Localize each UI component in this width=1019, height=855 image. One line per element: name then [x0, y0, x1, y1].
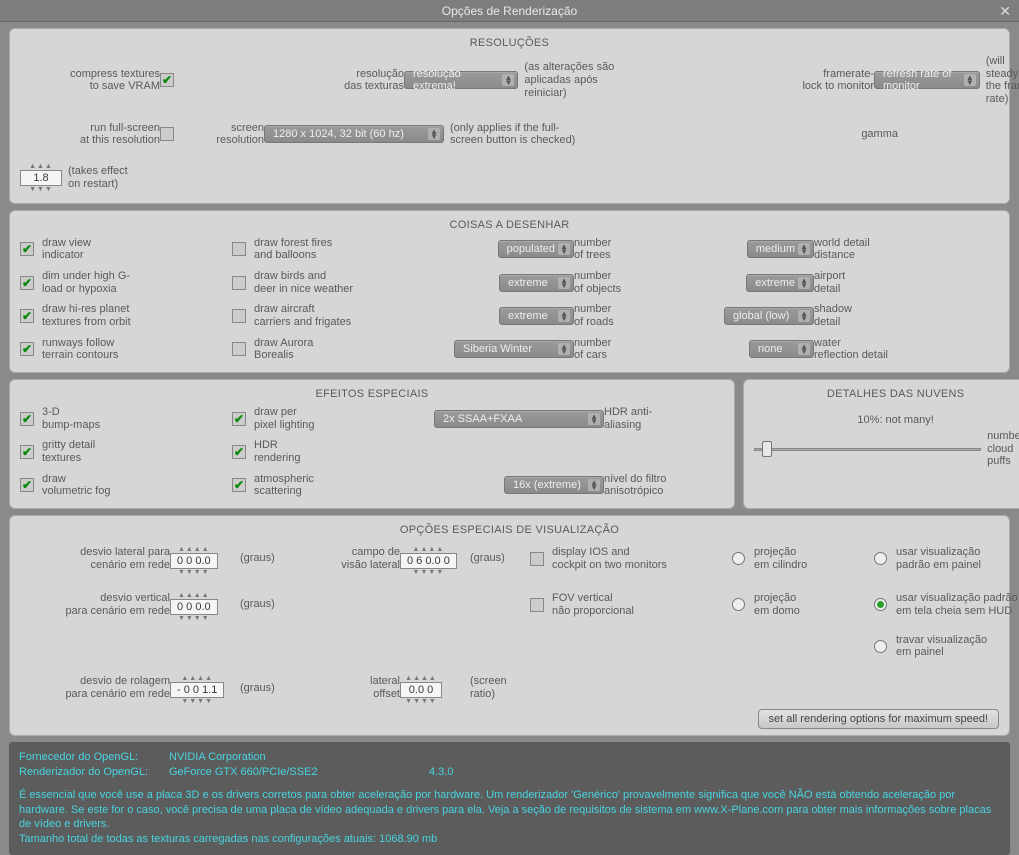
spinner-down-icon[interactable]: ▼▼▼	[29, 186, 53, 193]
gamma-spinner[interactable]: ▲▲▲ 1.8 ▼▼▼	[20, 163, 62, 193]
window-title: Opções de Renderização	[442, 4, 577, 18]
draw-chk-3[interactable]	[20, 342, 34, 356]
panel-vis: OPÇÕES ESPECIAIS DE VISUALIZAÇÃO desvio …	[9, 515, 1010, 736]
cloud-puffs-slider[interactable]	[754, 439, 981, 459]
fov-vertical-checkbox[interactable]	[530, 598, 544, 612]
draw-chk-7[interactable]	[232, 342, 246, 356]
panel-resolutions: RESOLUÇÕES compress texturesto save VRAM…	[9, 28, 1010, 204]
panel-draw: COISAS A DESENHAR draw viewindicator dra…	[9, 210, 1010, 373]
panel-clouds: DETALHES DAS NUVENS 10%: not many! numbe…	[743, 379, 1019, 509]
draw-chk-0[interactable]	[20, 242, 34, 256]
view-lock-radio[interactable]	[874, 640, 887, 653]
texture-res-select[interactable]: resolução extrema!▲▼	[404, 71, 518, 89]
screen-res-select[interactable]: 1280 x 1024, 32 bit (60 hz)▲▼	[264, 125, 444, 143]
fullscreen-checkbox[interactable]	[160, 127, 174, 141]
fx-chk-4[interactable]	[232, 445, 246, 459]
draw-chk-1[interactable]	[20, 276, 34, 290]
draw-combo-6[interactable]: global (low)▲▼	[724, 307, 814, 325]
close-icon[interactable]: ✕	[999, 3, 1011, 20]
draw-combo-3[interactable]: Siberia Winter▲▼	[454, 340, 574, 358]
titlebar: Opções de Renderização ✕	[0, 0, 1019, 22]
spinner[interactable]: ▲▲▲▲0.0 0▼▼▼▼	[400, 675, 442, 705]
draw-chk-5[interactable]	[232, 276, 246, 290]
fx-chk-1[interactable]	[20, 445, 34, 459]
draw-chk-6[interactable]	[232, 309, 246, 323]
spinner[interactable]: ▲▲▲▲0 6 0.0 0▼▼▼▼	[400, 546, 457, 576]
panel-fx: EFEITOS ESPECIAIS 3-Dbump-maps draw perp…	[9, 379, 735, 509]
draw-combo-7[interactable]: none▲▼	[749, 340, 814, 358]
draw-combo-2[interactable]: extreme▲▼	[499, 307, 574, 325]
draw-combo-4[interactable]: medium▲▼	[747, 240, 814, 258]
proj-dome-radio[interactable]	[732, 598, 745, 611]
draw-combo-0[interactable]: populated▲▼	[498, 240, 574, 258]
panel-title: RESOLUÇÕES	[20, 37, 999, 49]
spinner[interactable]: ▲▲▲▲0 0 0.0▼▼▼▼	[170, 592, 218, 622]
fx-chk-2[interactable]	[20, 478, 34, 492]
fx-combo-2[interactable]: 16x (extreme)▲▼	[504, 476, 604, 494]
fx-chk-0[interactable]	[20, 412, 34, 426]
max-speed-button[interactable]: set all rendering options for maximum sp…	[758, 709, 1000, 729]
fx-chk-3[interactable]	[232, 412, 246, 426]
draw-combo-5[interactable]: extreme▲▼	[746, 274, 814, 292]
fx-combo-0[interactable]: 2x SSAA+FXAA▲▼	[434, 410, 604, 428]
gpu-info: Fornecedor do OpenGL:NVIDIA Corporation …	[9, 742, 1010, 855]
proj-cylinder-radio[interactable]	[732, 552, 745, 565]
draw-chk-4[interactable]	[232, 242, 246, 256]
spinner[interactable]: ▲▲▲▲0 0 0.0▼▼▼▼	[170, 546, 218, 576]
spinner-up-icon[interactable]: ▲▲▲	[29, 163, 53, 170]
spinner[interactable]: ▲▲▲▲- 0 0 1.1▼▼▼▼	[170, 675, 224, 705]
draw-combo-1[interactable]: extreme▲▼	[499, 274, 574, 292]
draw-chk-2[interactable]	[20, 309, 34, 323]
fx-chk-5[interactable]	[232, 478, 246, 492]
ios-two-monitors-checkbox[interactable]	[530, 552, 544, 566]
view-panel-radio[interactable]	[874, 552, 887, 565]
view-fullscreen-radio[interactable]	[874, 598, 887, 611]
framerate-lock-select[interactable]: refresh rate of monitor▲▼	[874, 71, 980, 89]
compress-textures-checkbox[interactable]	[160, 73, 174, 87]
